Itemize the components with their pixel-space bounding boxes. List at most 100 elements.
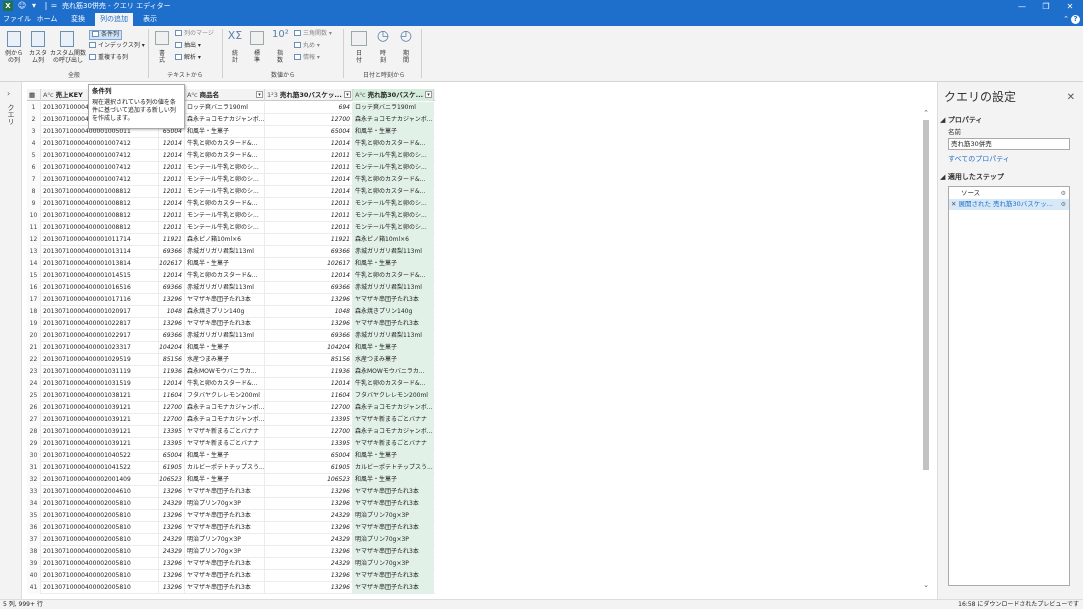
- basket-name-cell[interactable]: モンテール牛乳と卵のシ...: [353, 222, 434, 234]
- filter-dropdown-icon[interactable]: ▾: [256, 91, 263, 98]
- basket-code-cell[interactable]: 12011: [265, 210, 353, 222]
- basket-name-cell[interactable]: 牛乳と卵のカスタード&...: [353, 138, 434, 150]
- value-cell[interactable]: 12011: [159, 174, 185, 186]
- index-column-button[interactable]: インデックス列 ▾: [89, 42, 145, 50]
- product-name-cell[interactable]: 森永チョコモナカジャンボ...: [185, 402, 265, 414]
- row-number[interactable]: 2: [27, 114, 41, 126]
- row-number[interactable]: 12: [27, 234, 41, 246]
- value-cell[interactable]: 13296: [159, 522, 185, 534]
- statistics-button[interactable]: 統計: [227, 50, 243, 64]
- date-button[interactable]: 日付: [351, 50, 367, 64]
- value-cell[interactable]: 12011: [159, 210, 185, 222]
- product-name-cell[interactable]: 牛乳と卵のカスタード&...: [185, 138, 265, 150]
- sales-key-cell[interactable]: 20130710000400002001409: [41, 474, 159, 486]
- product-name-cell[interactable]: 牛乳と卵のカスタード&...: [185, 198, 265, 210]
- value-cell[interactable]: 13395: [159, 426, 185, 438]
- product-name-cell[interactable]: 森永焼きプリン140g: [185, 306, 265, 318]
- query-name-input[interactable]: 売れ筋30併売: [948, 138, 1070, 150]
- row-number[interactable]: 37: [27, 534, 41, 546]
- row-number[interactable]: 7: [27, 174, 41, 186]
- column-from-examples-button[interactable]: 例から の列: [2, 50, 26, 64]
- basket-name-cell[interactable]: 牛乳と卵のカスタード&...: [353, 174, 434, 186]
- basket-code-cell[interactable]: 12011: [265, 198, 353, 210]
- basket-code-cell[interactable]: 13296: [265, 294, 353, 306]
- product-name-cell[interactable]: モンテール牛乳と卵のシ...: [185, 174, 265, 186]
- basket-code-cell[interactable]: 65004: [265, 126, 353, 138]
- basket-code-cell[interactable]: 65004: [265, 450, 353, 462]
- product-name-cell[interactable]: 和風半・生菓子: [185, 474, 265, 486]
- basket-code-cell[interactable]: 11604: [265, 390, 353, 402]
- close-icon[interactable]: ✕: [1067, 92, 1075, 103]
- row-number[interactable]: 5: [27, 150, 41, 162]
- sales-key-cell[interactable]: 20130710000400002005810: [41, 570, 159, 582]
- product-name-cell[interactable]: ヤマザキ新まるごとバナナ: [185, 426, 265, 438]
- product-name-cell[interactable]: ヤマザキ串団子たれ3本: [185, 294, 265, 306]
- basket-name-cell[interactable]: 和風半・生菓子: [353, 126, 434, 138]
- basket-name-cell[interactable]: ヤマザキ串団子たれ3本: [353, 570, 434, 582]
- scroll-down-icon[interactable]: ⌄: [921, 580, 931, 590]
- product-name-cell[interactable]: ヤマザキ新まるごとバナナ: [185, 438, 265, 450]
- value-cell[interactable]: 12014: [159, 198, 185, 210]
- basket-code-cell[interactable]: 12011: [265, 162, 353, 174]
- basket-code-cell[interactable]: 12014: [265, 186, 353, 198]
- row-number[interactable]: 22: [27, 354, 41, 366]
- sales-key-cell[interactable]: 20130710000400001039121: [41, 438, 159, 450]
- grid-vertical-scrollbar[interactable]: ⌃ ⌄: [921, 108, 931, 591]
- sales-key-cell[interactable]: 20130710000400002005810: [41, 498, 159, 510]
- basket-code-cell[interactable]: 12700: [265, 402, 353, 414]
- basket-code-cell[interactable]: 694: [265, 102, 353, 114]
- row-number[interactable]: 33: [27, 486, 41, 498]
- close-button[interactable]: ✕: [1058, 0, 1082, 13]
- product-name-cell[interactable]: 明治プリン70g×3P: [185, 546, 265, 558]
- row-number[interactable]: 19: [27, 318, 41, 330]
- row-number[interactable]: 20: [27, 330, 41, 342]
- basket-code-cell[interactable]: 24329: [265, 510, 353, 522]
- basket-code-cell[interactable]: 13296: [265, 582, 353, 594]
- product-name-cell[interactable]: ヤマザキ串団子たれ3本: [185, 570, 265, 582]
- column-header-basket-name[interactable]: A⁰c 売れ筋30バスケ... ▾: [353, 89, 434, 101]
- sales-key-cell[interactable]: 20130710000400001013814: [41, 258, 159, 270]
- basket-name-cell[interactable]: 赤城ガリガリ君梨113ml: [353, 246, 434, 258]
- row-number[interactable]: 40: [27, 570, 41, 582]
- basket-name-cell[interactable]: ロッテ爽バニラ190ml: [353, 102, 434, 114]
- row-number[interactable]: 16: [27, 282, 41, 294]
- rounding-button[interactable]: 丸め ▾: [294, 42, 320, 50]
- basket-code-cell[interactable]: 12700: [265, 114, 353, 126]
- basket-name-cell[interactable]: ヤマザキ串団子たれ3本: [353, 546, 434, 558]
- tab-view[interactable]: 表示: [137, 13, 163, 26]
- row-number[interactable]: 25: [27, 390, 41, 402]
- product-name-cell[interactable]: 牛乳と卵のカスタード&...: [185, 270, 265, 282]
- value-cell[interactable]: 13296: [159, 510, 185, 522]
- sales-key-cell[interactable]: 20130710000400001022917: [41, 330, 159, 342]
- value-cell[interactable]: 61905: [159, 462, 185, 474]
- basket-name-cell[interactable]: ヤマザキ新まるごとバナナ: [353, 438, 434, 450]
- row-number[interactable]: 28: [27, 426, 41, 438]
- column-header-product-name[interactable]: A⁰c 商品名 ▾: [185, 89, 265, 101]
- filter-dropdown-icon[interactable]: ▾: [425, 91, 432, 98]
- properties-section[interactable]: ◢ プロパティ: [940, 116, 982, 125]
- sales-key-cell[interactable]: 20130710000400002005810: [41, 582, 159, 594]
- basket-name-cell[interactable]: 牛乳と卵のカスタード&...: [353, 270, 434, 282]
- basket-code-cell[interactable]: 61905: [265, 462, 353, 474]
- excel-app-icon[interactable]: X: [3, 1, 13, 11]
- basket-name-cell[interactable]: 明治プリン70g×3P: [353, 534, 434, 546]
- row-number[interactable]: 39: [27, 558, 41, 570]
- sales-key-cell[interactable]: 20130710000400001007412: [41, 150, 159, 162]
- value-cell[interactable]: 11936: [159, 366, 185, 378]
- time-button[interactable]: 時刻: [375, 50, 391, 64]
- qat-dropdown-icon[interactable]: ▾: [29, 1, 39, 11]
- value-cell[interactable]: 13296: [159, 294, 185, 306]
- basket-name-cell[interactable]: 和風半・生菓子: [353, 342, 434, 354]
- product-name-cell[interactable]: 水産つまみ菓子: [185, 354, 265, 366]
- duplicate-column-button[interactable]: 重複する列: [89, 54, 128, 62]
- row-number[interactable]: 26: [27, 402, 41, 414]
- value-cell[interactable]: 1048: [159, 306, 185, 318]
- basket-name-cell[interactable]: ヤマザキ串団子たれ3本: [353, 582, 434, 594]
- applied-steps-section[interactable]: ◢ 適用したステップ: [940, 173, 1004, 182]
- tab-home[interactable]: ホーム: [33, 13, 61, 26]
- basket-name-cell[interactable]: カルビーポテトチップスう...: [353, 462, 434, 474]
- product-name-cell[interactable]: カルビーポテトチップスう...: [185, 462, 265, 474]
- sales-key-cell[interactable]: 20130710000400002005810: [41, 558, 159, 570]
- value-cell[interactable]: 13395: [159, 438, 185, 450]
- row-number[interactable]: 1: [27, 102, 41, 114]
